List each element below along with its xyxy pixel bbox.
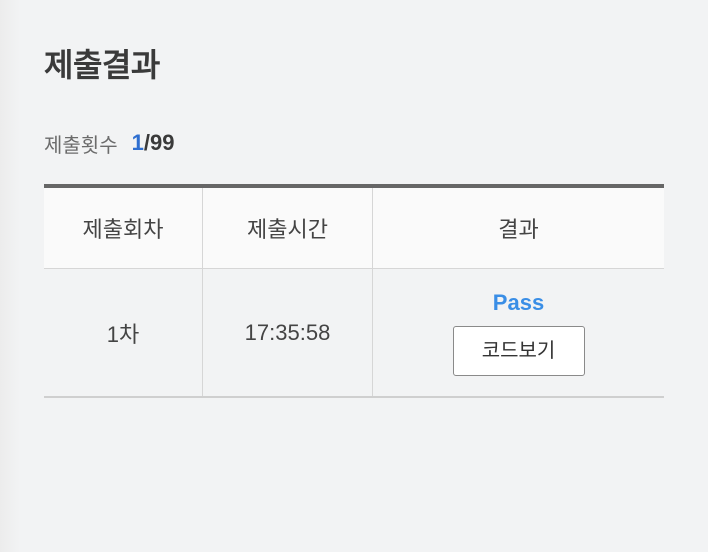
submission-count-current: 1 <box>131 130 144 155</box>
submission-count-label: 제출횟수 <box>44 134 118 157</box>
cell-result: Pass 코드보기 <box>372 268 664 398</box>
submission-count-total: 99 <box>149 130 175 155</box>
header-time: 제출시간 <box>202 186 373 269</box>
header-result: 결과 <box>372 186 664 269</box>
page-title: 제출결과 <box>44 47 160 83</box>
results-panel: 제출결과 제출횟수 1 / 99 제출회차 제출시간 결과 1차 17:35:5… <box>0 0 708 552</box>
header-round: 제출회차 <box>44 186 203 269</box>
table-row: 1차 17:35:58 Pass 코드보기 <box>44 268 664 398</box>
result-status: Pass <box>492 289 545 315</box>
cell-round: 1차 <box>44 268 203 398</box>
cell-time: 17:35:58 <box>202 268 373 398</box>
view-code-button[interactable]: 코드보기 <box>452 325 585 376</box>
submission-count: 제출횟수 1 / 99 <box>44 128 174 158</box>
results-table: 제출회차 제출시간 결과 1차 17:35:58 Pass 코드보기 <box>44 184 664 398</box>
table-header-row: 제출회차 제출시간 결과 <box>44 186 664 269</box>
